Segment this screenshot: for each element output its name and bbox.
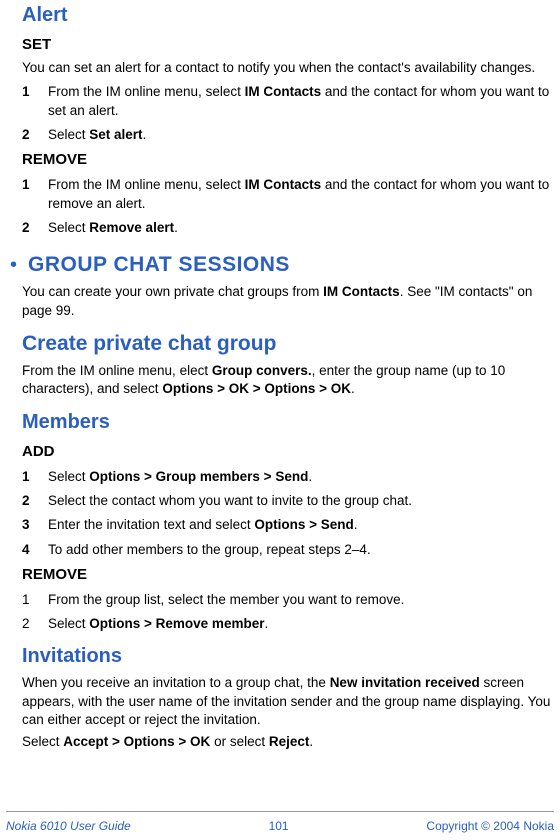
add-step1: 1 Select Options > Group members > Send. (22, 468, 552, 486)
step-number: 2 (22, 219, 48, 237)
step-number: 1 (22, 83, 48, 119)
text: Select (48, 469, 89, 484)
text: . (174, 220, 178, 235)
text: From the IM online menu, elect (22, 363, 212, 378)
bold-text: New invitation received (330, 675, 480, 690)
alert-remove-step1: 1 From the IM online menu, select IM Con… (22, 176, 552, 212)
heading-text: GROUP CHAT SESSIONS (28, 251, 290, 279)
step-number: 2 (22, 126, 48, 144)
text: . (354, 517, 358, 532)
step-number: 1 (22, 591, 48, 609)
bold-text: Options > Send (254, 517, 353, 532)
step-body: Select Options > Group members > Send. (48, 468, 552, 486)
alert-set-step2: 2 Select Set alert. (22, 126, 552, 144)
footer-rule (6, 811, 554, 812)
text: Select (48, 220, 89, 235)
remove-step2: 2 Select Options > Remove member. (22, 615, 552, 633)
bold-text: Options > Group members > Send (89, 469, 308, 484)
add-step4: 4 To add other members to the group, rep… (22, 541, 552, 559)
alert-set-step1: 1 From the IM online menu, select IM Con… (22, 83, 552, 119)
bold-text: IM Contacts (245, 177, 322, 192)
bold-text: Reject (269, 734, 310, 749)
create-group-text: From the IM online menu, elect Group con… (22, 362, 552, 398)
group-intro: You can create your own private chat gro… (22, 283, 552, 319)
alert-remove-step2: 2 Select Remove alert. (22, 219, 552, 237)
text: . (351, 381, 355, 396)
text: . (309, 734, 313, 749)
step-body: Select Remove alert. (48, 219, 552, 237)
step-body: From the IM online menu, select IM Conta… (48, 176, 552, 212)
step-body: From the group list, select the member y… (48, 591, 552, 609)
heading-add: ADD (22, 442, 552, 462)
text: Enter the invitation text and select (48, 517, 254, 532)
step-number: 1 (22, 176, 48, 212)
text: Select (48, 127, 89, 142)
step-number: 2 (22, 492, 48, 510)
step-body: Select the contact whom you want to invi… (48, 492, 552, 510)
step-body: Enter the invitation text and select Opt… (48, 516, 552, 534)
text: When you receive an invitation to a grou… (22, 675, 330, 690)
text: or select (210, 734, 269, 749)
bold-text: IM Contacts (323, 284, 400, 299)
heading-members: Members (22, 409, 552, 436)
heading-set: SET (22, 35, 552, 55)
add-step3: 3 Enter the invitation text and select O… (22, 516, 552, 534)
footer-left: Nokia 6010 User Guide (6, 818, 131, 834)
footer-right: Copyright © 2004 Nokia (426, 818, 554, 834)
bold-text: IM Contacts (245, 84, 322, 99)
text: From the IM online menu, select (48, 84, 245, 99)
remove-step1: 1 From the group list, select the member… (22, 591, 552, 609)
bold-text: Options > Remove member (89, 616, 264, 631)
bold-text: Accept > Options > OK (63, 734, 210, 749)
step-body: Select Options > Remove member. (48, 615, 552, 633)
step-number: 4 (22, 541, 48, 559)
invitations-p2: Select Accept > Options > OK or select R… (22, 733, 552, 751)
bold-text: Set alert (89, 127, 142, 142)
text: . (264, 616, 268, 631)
text: . (143, 127, 147, 142)
invitations-p1: When you receive an invitation to a grou… (22, 674, 552, 729)
text: You can create your own private chat gro… (22, 284, 323, 299)
text: Select (48, 616, 89, 631)
bullet-icon: • (10, 252, 28, 279)
page-number: 101 (269, 818, 289, 834)
bold-text: Remove alert (89, 220, 174, 235)
text: . (308, 469, 312, 484)
text: From the IM online menu, select (48, 177, 245, 192)
heading-remove: REMOVE (22, 150, 552, 170)
bold-text: Group convers. (212, 363, 312, 378)
step-number: 2 (22, 615, 48, 633)
heading-remove-member: REMOVE (22, 565, 552, 585)
step-body: Select Set alert. (48, 126, 552, 144)
text: Select (22, 734, 63, 749)
step-body: To add other members to the group, repea… (48, 541, 552, 559)
page-footer: Nokia 6010 User Guide 101 Copyright © 20… (0, 818, 560, 834)
heading-group-chat-sessions: • GROUP CHAT SESSIONS (10, 251, 552, 279)
add-step2: 2 Select the contact whom you want to in… (22, 492, 552, 510)
bold-text: Options > OK > Options > OK (162, 381, 351, 396)
step-body: From the IM online menu, select IM Conta… (48, 83, 552, 119)
step-number: 1 (22, 468, 48, 486)
heading-invitations: Invitations (22, 643, 552, 670)
heading-create-private-chat-group: Create private chat group (22, 330, 552, 358)
alert-set-intro: You can set an alert for a contact to no… (22, 59, 552, 77)
step-number: 3 (22, 516, 48, 534)
heading-alert: Alert (22, 2, 552, 29)
